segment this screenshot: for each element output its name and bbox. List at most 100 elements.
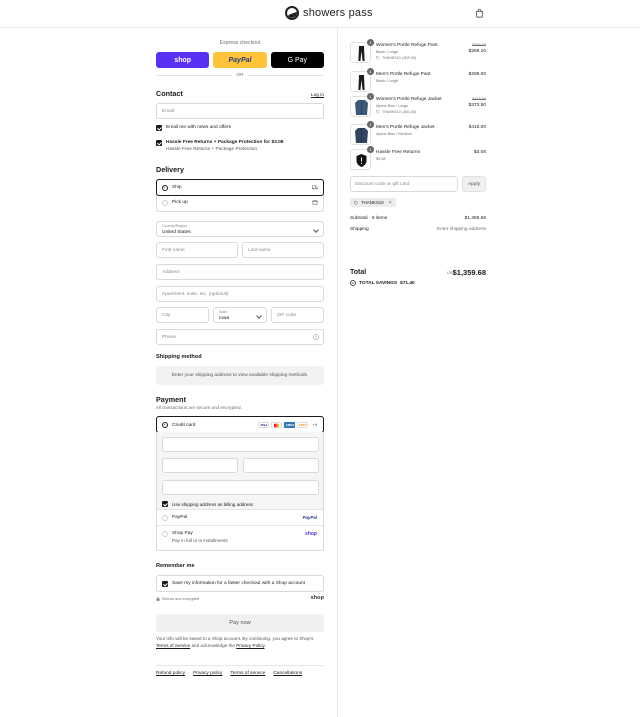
remember-me-title: Remember me	[156, 563, 195, 569]
google-pay-button[interactable]: G Pay	[270, 52, 324, 68]
svg-text:?: ?	[315, 335, 317, 339]
expiration-field[interactable]	[162, 458, 238, 473]
discover-icon: DISC	[297, 422, 309, 428]
store-icon	[312, 200, 318, 205]
tag-icon	[354, 200, 358, 205]
state-select[interactable]: State Iowa	[213, 307, 267, 323]
login-link[interactable]: Log in	[311, 93, 324, 98]
payment-title: Payment	[156, 395, 186, 404]
delivery-options: Ship Pick up	[156, 179, 324, 212]
remember-checkbox[interactable]	[162, 581, 168, 587]
news-checkbox-row[interactable]: Email me with news and offers	[156, 125, 231, 131]
paypal-button[interactable]: PayPal	[213, 52, 267, 68]
secure-encrypted-row: Secure and encrypted	[156, 597, 199, 601]
quantity-badge: 1	[367, 39, 374, 46]
pickup-radio[interactable]	[162, 200, 168, 206]
payment-subtitle: All transactions are secure and encrypte…	[156, 405, 242, 410]
remember-checkbox-row[interactable]: Save my information for a faster checkou…	[162, 581, 305, 587]
line-item: 1 Men's Portle Refuge Jacket Alpine Blue…	[350, 121, 486, 148]
privacy-link[interactable]: Privacy Policy	[236, 643, 264, 648]
shop-logo: shop	[310, 595, 324, 601]
line-item: 1 Hassle Free Returns $3.08 $3.08	[350, 146, 486, 173]
shopping-bag-icon[interactable]	[475, 9, 484, 18]
shop-pay-button[interactable]: shop	[156, 52, 210, 68]
chevron-down-icon	[313, 227, 319, 233]
shipping-method-title: Shipping method	[156, 354, 202, 360]
apply-button[interactable]: Apply	[462, 176, 486, 192]
remove-discount-icon[interactable]: ×	[389, 200, 392, 206]
address-field[interactable]: Address	[156, 264, 324, 280]
quantity-badge: 1	[367, 146, 374, 153]
or-divider: OR	[156, 73, 325, 78]
shop-pay-radio[interactable]	[162, 531, 168, 537]
protection-label: Hassle Free Returns + Package Protection…	[166, 140, 284, 145]
card-form: Use shipping address as billing address	[157, 432, 323, 510]
country-select[interactable]: Country/Region United States	[156, 221, 324, 237]
credit-card-radio[interactable]	[162, 422, 168, 428]
delivery-title: Delivery	[156, 165, 184, 174]
paypal-radio[interactable]	[162, 515, 168, 521]
logo-mark-icon	[285, 6, 299, 20]
shipping-method-message: Enter your shipping address to view avai…	[156, 366, 324, 385]
payment-options: Credit card VISA AMEX DISC +4 Use shippi…	[156, 416, 324, 551]
discount-row: Discount code or gift card Apply	[350, 176, 486, 192]
express-checkout-buttons: shop PayPal G Pay	[156, 52, 324, 68]
news-checkbox[interactable]	[156, 125, 162, 131]
applied-discount-tag: THANKS10 ×	[350, 198, 396, 207]
delivery-option-ship[interactable]: Ship	[156, 179, 324, 196]
chevron-down-icon	[256, 313, 262, 319]
terms-link[interactable]: Terms of Service	[156, 643, 190, 648]
help-icon[interactable]: ?	[313, 334, 319, 340]
brand-name: showers pass	[303, 7, 373, 19]
email-field[interactable]: Email	[156, 103, 324, 119]
billing-checkbox[interactable]	[162, 501, 168, 507]
refund-policy-link[interactable]: Refund policy	[156, 671, 185, 676]
first-name-field[interactable]: First name	[156, 242, 238, 258]
line-item: 1 Men's Portle Refuge Pant Black / Large…	[350, 68, 486, 95]
protection-sublabel: Hassle Free Returns + Package Protection	[166, 147, 258, 152]
name-on-card-field[interactable]	[162, 480, 319, 495]
apartment-field[interactable]: Apartment, suite, etc. (optional)	[156, 286, 324, 302]
mastercard-icon	[271, 422, 283, 428]
legal-text: Your info will be saved to a Shop accoun…	[156, 636, 314, 648]
cancellations-link[interactable]: Cancellations	[273, 671, 302, 676]
tag-icon	[376, 56, 380, 60]
card-number-field[interactable]	[162, 437, 319, 452]
line-item: 1 Women's Portle Refuge Pant Black / Lar…	[350, 39, 486, 66]
footer-links: Refund policy Privacy policy Terms of se…	[156, 671, 302, 676]
shop-pay-logo: shop	[305, 531, 317, 537]
payment-option-paypal[interactable]: PayPal PayPal	[157, 510, 323, 526]
delivery-option-pickup[interactable]: Pick up	[157, 195, 323, 211]
last-name-field[interactable]: Last name	[242, 242, 324, 258]
order-summary: 1 Women's Portle Refuge Pant Black / Lar…	[337, 28, 640, 717]
ship-radio[interactable]	[162, 185, 168, 191]
visa-icon: VISA	[258, 422, 270, 428]
billing-checkbox-row[interactable]: Use shipping address as billing address	[162, 501, 253, 507]
contact-title: Contact	[156, 89, 183, 98]
express-checkout-title: Express checkout	[219, 40, 261, 46]
payment-option-shop-pay[interactable]: Shop Pay Pay in full or in installments …	[157, 526, 323, 550]
brand-logo[interactable]: showers pass	[285, 6, 373, 20]
savings-tag-icon	[350, 280, 356, 286]
privacy-policy-link[interactable]: Privacy policy	[193, 671, 222, 676]
discount-code-input[interactable]: Discount code or gift card	[350, 176, 458, 192]
total-savings: TOTAL SAVINGS $71.40	[350, 280, 415, 286]
terms-of-service-link[interactable]: Terms of service	[230, 671, 265, 676]
city-field[interactable]: City	[156, 307, 209, 323]
item-discount: THANKS10 (-$41.50)	[376, 110, 416, 114]
header: showers pass	[0, 0, 640, 28]
protection-checkbox[interactable]	[156, 140, 162, 146]
lock-icon	[156, 597, 160, 601]
pay-now-button[interactable]: Pay now	[156, 614, 324, 632]
quantity-badge: 1	[367, 68, 374, 75]
zip-field[interactable]: ZIP code	[271, 307, 324, 323]
line-item: 1 Women's Portle Refuge Jacket Alpine Bl…	[350, 93, 486, 120]
payment-option-credit-card[interactable]: Credit card VISA AMEX DISC +4	[156, 416, 324, 433]
more-cards-badge: +4	[312, 422, 317, 427]
billing-label: Use shipping address as billing address	[172, 501, 253, 507]
phone-field[interactable]: Phone ?	[156, 329, 324, 345]
item-discount: THANKS10 (-$29.90)	[376, 56, 416, 60]
protection-checkbox-row[interactable]: Hassle Free Returns + Package Protection…	[156, 140, 283, 152]
security-code-field[interactable]	[243, 458, 319, 473]
news-label: Email me with news and offers	[166, 125, 231, 130]
